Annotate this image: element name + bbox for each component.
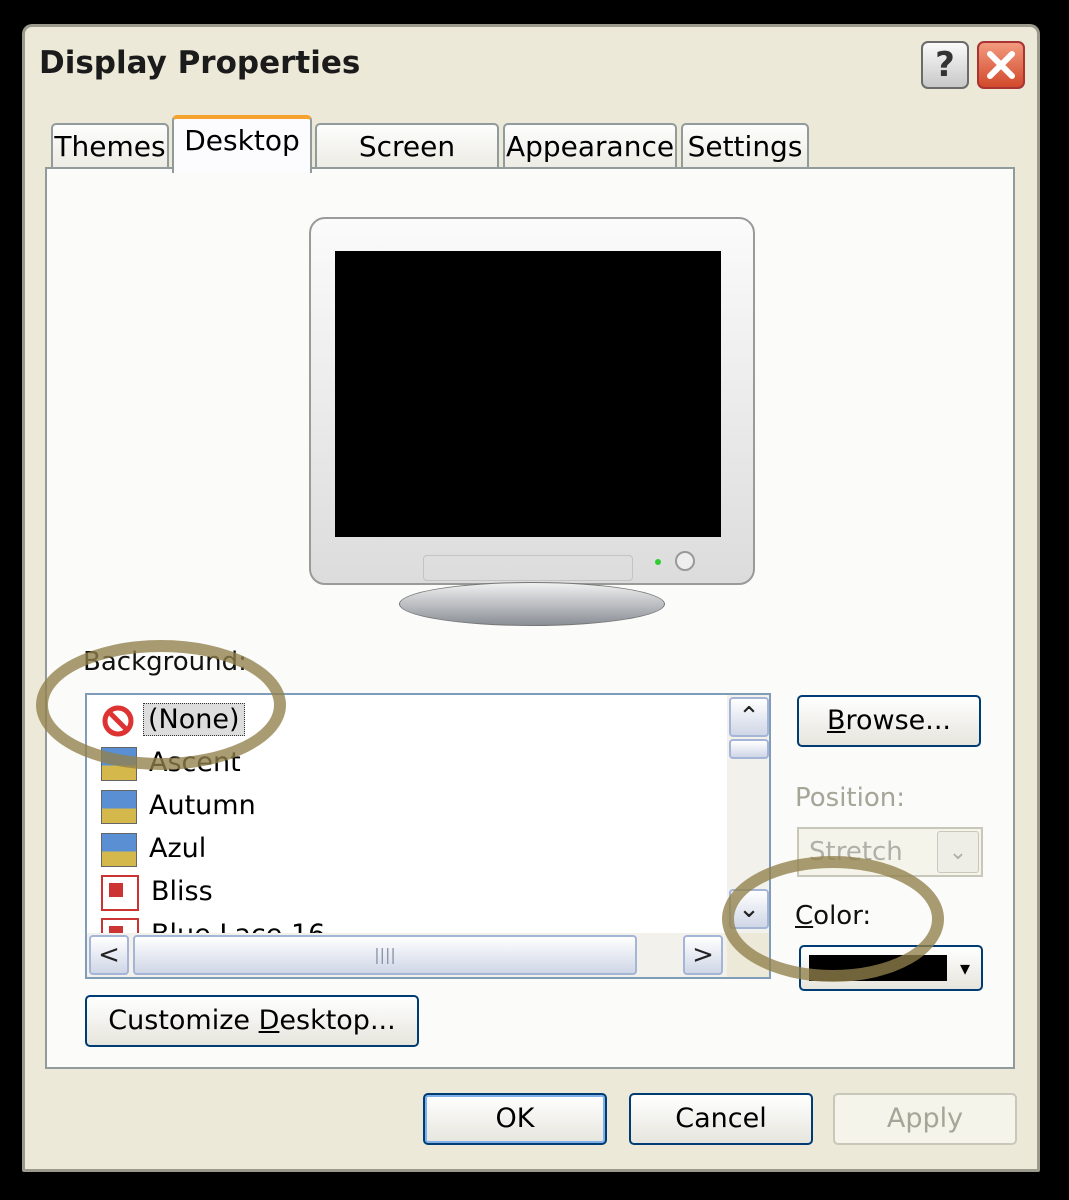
display-properties-window: Display Properties ? Themes Desktop Scre… (22, 24, 1040, 1172)
help-button[interactable]: ? (921, 41, 969, 89)
scroll-left-button[interactable]: < (89, 935, 129, 975)
list-item[interactable]: Azul (101, 828, 210, 870)
monitor-preview (309, 217, 755, 585)
position-label: Position: (795, 783, 905, 813)
dropdown-arrow-icon: ▾ (959, 956, 971, 980)
horizontal-scroll-thumb[interactable]: |||| (133, 935, 637, 975)
customize-label-end: esktop... (279, 1005, 396, 1036)
window-title: Display Properties (39, 45, 361, 81)
close-button[interactable] (977, 41, 1025, 89)
tab-themes[interactable]: Themes (51, 123, 169, 169)
annotation-circle (722, 856, 944, 982)
customize-desktop-button[interactable]: Customize Desktop... (85, 995, 419, 1047)
tab-settings[interactable]: Settings (681, 123, 809, 169)
customize-access-key: D (258, 1005, 280, 1036)
picture-icon (101, 832, 137, 867)
list-item[interactable]: Autumn (101, 785, 260, 827)
scroll-right-button[interactable]: > (683, 935, 723, 975)
list-item-label: Azul (149, 833, 207, 864)
scroll-up-button[interactable]: ⌃ (729, 697, 769, 737)
apply-button[interactable]: Apply (833, 1093, 1017, 1145)
tab-appearance[interactable]: Appearance (503, 123, 677, 169)
browse-access-key: B (826, 705, 846, 736)
ok-button[interactable]: OK (423, 1093, 607, 1145)
scroll-thumb[interactable] (729, 739, 769, 759)
list-item[interactable]: Bliss (101, 871, 217, 913)
list-item-label: Autumn (149, 790, 256, 821)
close-icon (987, 51, 1015, 79)
bitmap-icon (101, 874, 139, 911)
monitor-stand (399, 582, 665, 626)
power-led (655, 559, 661, 565)
browse-label: rowse... (845, 705, 952, 736)
monitor-slot (423, 555, 633, 581)
annotation-circle (36, 640, 286, 770)
browse-button[interactable]: Browse... (797, 695, 981, 747)
horizontal-scrollbar[interactable]: < |||| > (87, 933, 727, 977)
cancel-button[interactable]: Cancel (629, 1093, 813, 1145)
chevron-down-icon: ⌄ (937, 831, 979, 873)
list-item-label: Bliss (151, 876, 213, 907)
power-knob (675, 551, 695, 571)
desktop-preview-screen (335, 251, 721, 537)
tab-desktop[interactable]: Desktop (172, 115, 312, 173)
tab-screen-saver[interactable]: Screen Saver (315, 123, 499, 207)
customize-label-start: Customize (108, 1005, 259, 1036)
picture-icon (101, 789, 137, 824)
